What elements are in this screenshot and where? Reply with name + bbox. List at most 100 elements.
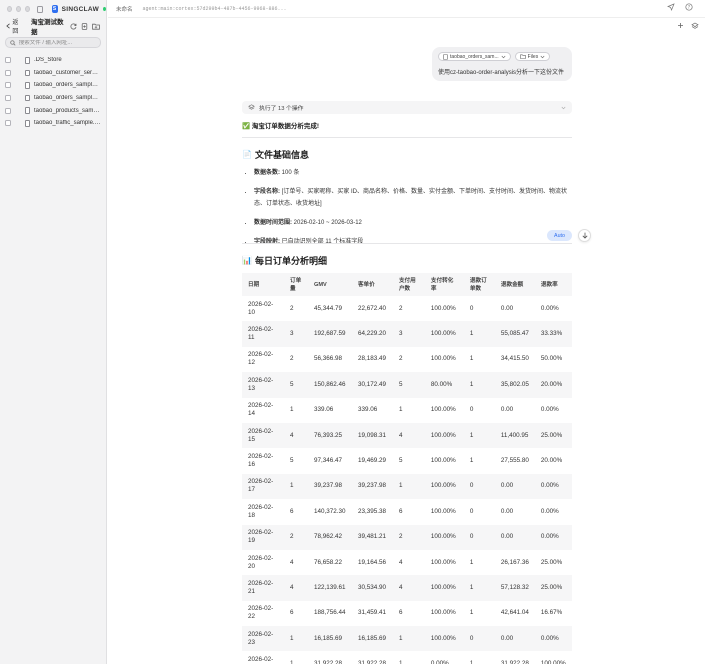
file-item[interactable]: taobao_products_samp... xyxy=(0,104,106,117)
column-header: 退款率 xyxy=(534,273,572,296)
auto-mode-pill[interactable]: Auto xyxy=(547,230,572,241)
table-row: 2026-02-19 2 78,962.42 39,481.21 2 100.00% 0 0.… xyxy=(242,524,572,550)
plus-icon[interactable] xyxy=(677,22,684,29)
file-name: taobao_products_samp... xyxy=(34,107,101,114)
app-name: SINGCLAW xyxy=(61,5,100,13)
back-button[interactable]: 返回 xyxy=(6,17,23,35)
file-checkbox[interactable] xyxy=(5,120,11,127)
table-cell: 100.00% xyxy=(430,507,456,515)
folder-icon xyxy=(519,54,526,59)
file-item[interactable]: .DS_Store xyxy=(0,54,106,67)
table-cell: 100.00% xyxy=(424,473,464,500)
table-cell: 0 xyxy=(463,524,495,550)
table-cell: 100.00% xyxy=(430,355,456,363)
new-file-icon[interactable] xyxy=(81,22,88,30)
table-cell: 56,366.98 xyxy=(313,355,342,363)
table-cell: 0.00% xyxy=(534,473,572,500)
attachment-chip[interactable]: taobao_orders_sam... xyxy=(438,52,511,61)
table-cell: 1 xyxy=(463,575,495,601)
table-cell: 2026-02-22 xyxy=(248,605,274,621)
new-folder-icon[interactable] xyxy=(92,23,100,30)
table-cell: 2026-02-23 xyxy=(242,626,284,652)
table-cell: 31,922.28 xyxy=(357,660,386,664)
table-cell: 4 xyxy=(392,422,425,449)
file-search-box[interactable] xyxy=(5,37,101,48)
table-cell: 97,346.47 xyxy=(313,457,342,465)
table-cell: 2026-02-14 xyxy=(248,402,274,418)
table-cell: 0 xyxy=(469,507,474,515)
help-icon[interactable]: ? xyxy=(685,3,693,11)
user-message-text: 使用cz-taobao-order-analysis分析一下这份文件 xyxy=(438,70,565,76)
file-search-input[interactable] xyxy=(18,39,96,46)
file-checkbox[interactable] xyxy=(5,69,11,76)
list-item: 字段映射: 已自动识别全部 11 个标准字段 xyxy=(254,236,572,248)
layers-icon[interactable] xyxy=(691,22,699,30)
file-icon xyxy=(25,57,30,64)
sidebar: S SINGCLAW 返回 淘宝测试数据 .DS_Store taobao_cu… xyxy=(0,0,107,664)
window-minimize-button[interactable] xyxy=(15,6,21,12)
file-item[interactable]: taobao_orders_sample_... xyxy=(0,79,106,92)
refresh-icon[interactable] xyxy=(70,23,77,30)
send-icon[interactable] xyxy=(667,3,675,11)
table-cell: 27,555.80 xyxy=(500,457,529,465)
file-item[interactable]: taobao_orders_sample.... xyxy=(0,92,106,105)
table-cell: 23,395.38 xyxy=(357,507,386,515)
file-list: .DS_Store taobao_customer_servi... taoba… xyxy=(0,54,106,130)
table-cell: 1 xyxy=(283,473,308,500)
table-body: 2026-02-10 2 45,344.79 22,672.40 2 100.00% 0 0.… xyxy=(242,296,572,664)
table-cell: 0.00% xyxy=(540,507,559,515)
completion-message: ✅ 淘宝订单数据分析完成! xyxy=(242,123,320,130)
table-row: 2026-02-17 1 39,237.98 39,237.98 1 100.00% 0 0.… xyxy=(242,473,572,500)
memo-icon: 📄 xyxy=(242,150,252,159)
window-zoom-button[interactable] xyxy=(24,6,30,12)
table-cell: 5 xyxy=(392,372,425,398)
scroll-to-bottom-button[interactable] xyxy=(578,229,591,242)
table-cell: 0 xyxy=(469,304,474,312)
table-cell: 122,139.61 xyxy=(307,575,352,601)
list-item: 数据条数: 100 条 xyxy=(254,167,572,179)
table-row: 2026-02-15 4 76,393.25 19,098.31 4 100.00% 1 11… xyxy=(242,422,572,449)
table-cell: 16.67% xyxy=(540,609,563,617)
table-row: 2026-02-14 1 339.06 339.06 1 100.00% 0 0.00 0.00… xyxy=(242,398,572,423)
table-cell: 100.00% xyxy=(430,609,456,617)
table-cell: 25.00% xyxy=(534,575,572,601)
list-item: 数据时间范围: 2026-02-10 ~ 2026-03-12 xyxy=(254,217,572,229)
user-message-bubble: taobao_orders_sam... Files 使用cz-taobao-o… xyxy=(432,47,572,81)
table-cell: 150,862.46 xyxy=(307,372,352,398)
table-cell: 2026-02-21 xyxy=(242,575,284,601)
table-cell: 0.00 xyxy=(500,507,514,515)
operations-summary[interactable]: 执行了 13 个操作 xyxy=(242,101,572,114)
file-icon xyxy=(25,120,30,127)
table-row: 2026-02-10 2 45,344.79 22,672.40 2 100.00% 0 0.… xyxy=(242,296,572,321)
table-cell: 5 xyxy=(398,457,403,465)
table-cell: 16,185.69 xyxy=(307,626,352,652)
table-row: 2026-02-13 5 150,862.46 30,172.49 5 80.00% 1 35… xyxy=(242,372,572,398)
file-checkbox[interactable] xyxy=(5,107,11,114)
table-row: 2026-02-11 3 192,687.59 64,229.20 3 100.00% 1 5… xyxy=(242,321,572,347)
window-close-button[interactable] xyxy=(7,6,12,12)
table-cell: 2026-02-15 xyxy=(242,422,284,449)
file-checkbox[interactable] xyxy=(5,95,11,102)
sidebar-toggle-icon[interactable] xyxy=(36,5,43,13)
file-checkbox[interactable] xyxy=(5,57,11,64)
table-cell: 2026-02-12 xyxy=(248,351,274,367)
table-cell: 3 xyxy=(392,321,425,347)
table-cell: 0.00 xyxy=(500,304,514,312)
file-checkbox[interactable] xyxy=(5,82,11,89)
table-cell: 1 xyxy=(469,660,474,664)
files-chip[interactable]: Files xyxy=(514,52,551,61)
list-item-value: 100 条 xyxy=(280,170,300,176)
auto-mode-label: Auto xyxy=(554,232,565,239)
file-item[interactable]: taobao_traffic_sample.x... xyxy=(0,117,106,130)
list-item-value: [订单号、买家昵称、买家 ID、商品名称、价格、数量、实付金额、下单时间、支付时… xyxy=(254,189,568,207)
table-cell: 31,922.28 xyxy=(500,660,529,664)
chevron-down-icon xyxy=(561,106,566,109)
table-cell: 31,922.28 xyxy=(313,660,342,664)
table-cell: 26,167.36 xyxy=(500,558,529,566)
table-cell: 35,802.05 xyxy=(494,372,535,398)
chat-title[interactable]: 未命名 xyxy=(116,5,133,13)
table-cell: 100.00% xyxy=(430,558,456,566)
file-item[interactable]: taobao_customer_servi... xyxy=(0,67,106,80)
table-cell: 6 xyxy=(289,609,294,617)
table-cell: 1 xyxy=(289,660,294,664)
